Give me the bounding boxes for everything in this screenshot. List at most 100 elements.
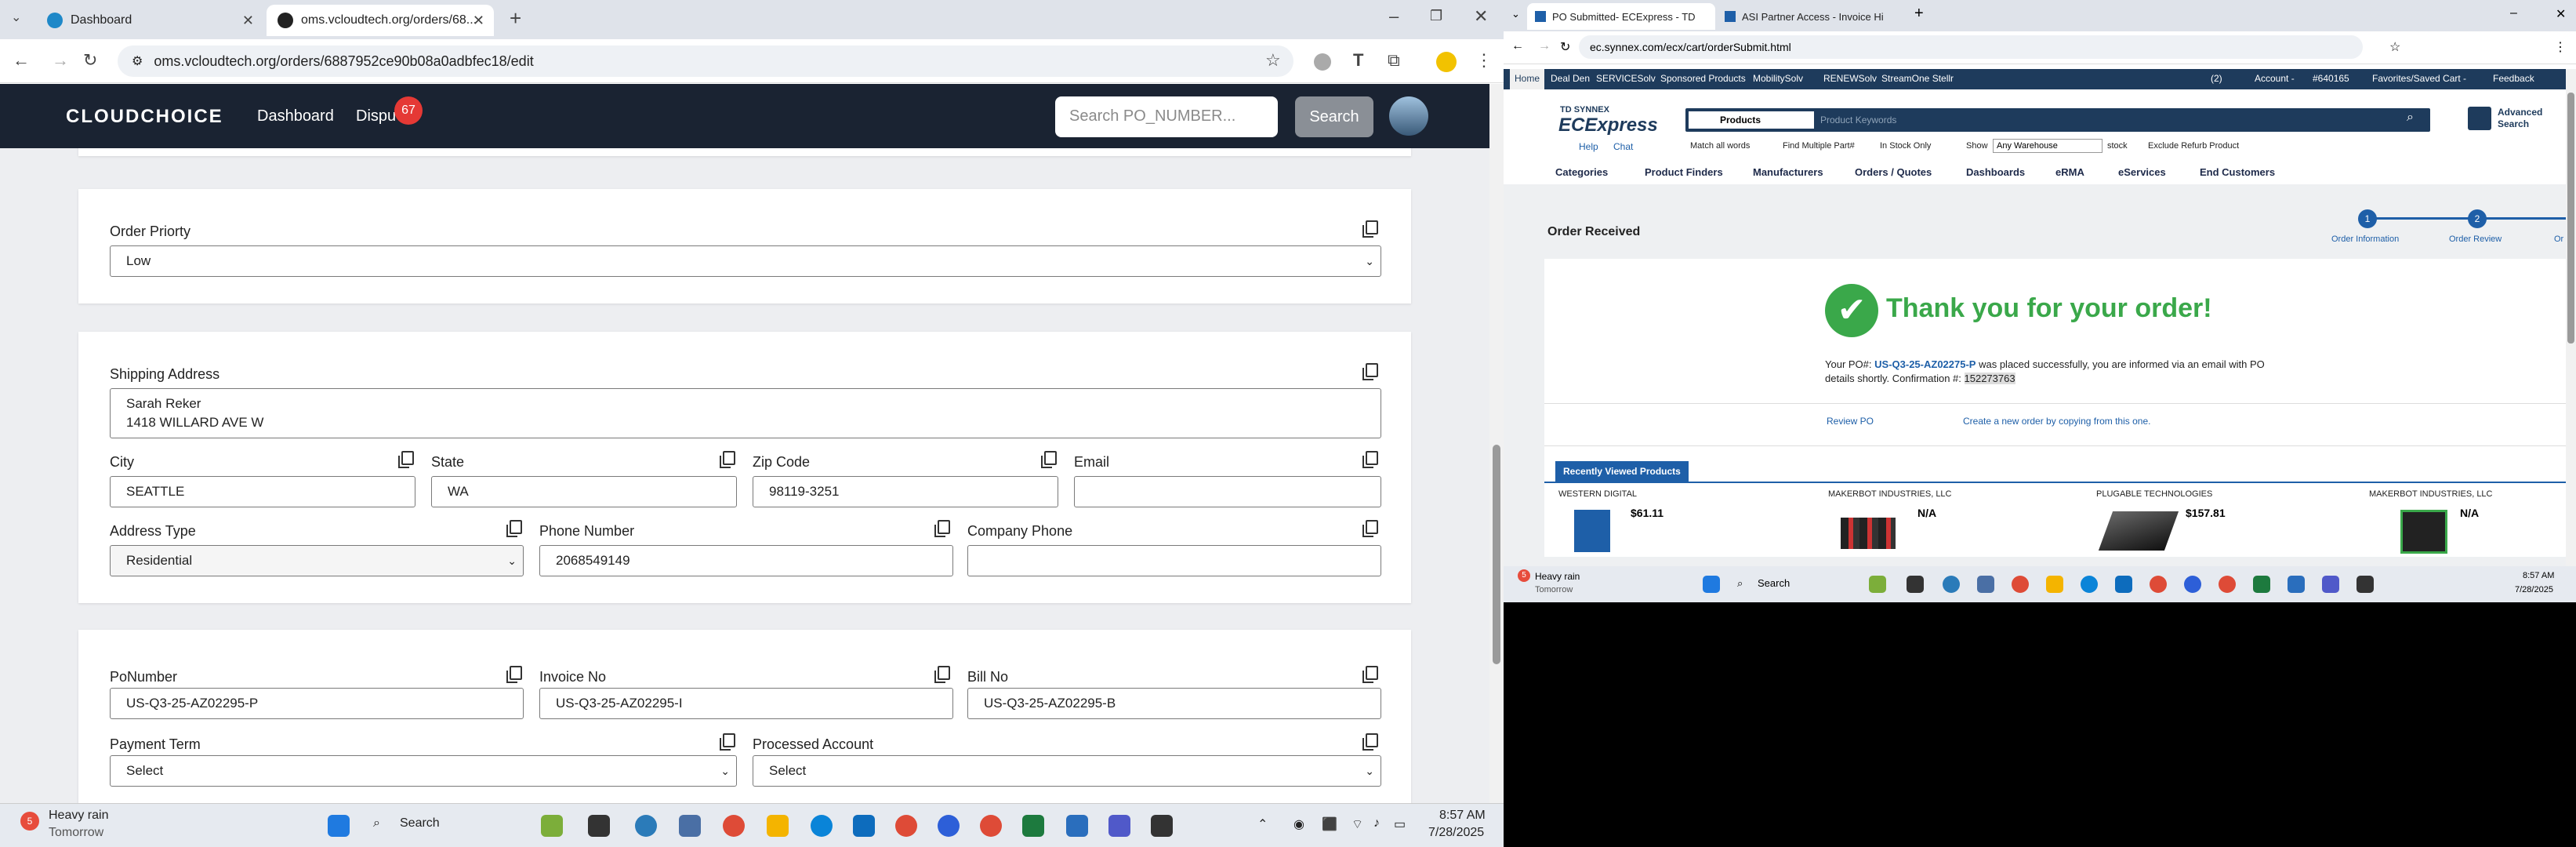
clock-time[interactable]: 8:57 AM	[2523, 571, 2554, 580]
copy-icon[interactable]	[934, 666, 950, 683]
back-icon[interactable]: ←	[13, 50, 30, 71]
city-input[interactable]: SEATTLE	[110, 476, 415, 507]
nav-disputes[interactable]: Dispu	[356, 107, 396, 125]
copy-icon[interactable]	[1362, 733, 1378, 751]
warehouse-select[interactable]: Any Warehouse	[1993, 139, 2103, 153]
url-field[interactable]: ec.synnex.com/ecx/cart/orderSubmit.html	[1579, 35, 2363, 59]
app-logo[interactable]: CLOUDCHOICE	[66, 106, 223, 128]
windows-start-icon[interactable]	[328, 815, 350, 837]
url-field[interactable]: ⚙ oms.vcloudtech.org/orders/6887952ce90b…	[118, 45, 1293, 77]
clock-date[interactable]: 7/28/2025	[1428, 826, 1484, 840]
reader-icon[interactable]: T	[1353, 50, 1363, 71]
edge-icon[interactable]	[811, 815, 833, 837]
copy-icon[interactable]	[720, 733, 735, 751]
copy-icon[interactable]	[506, 520, 522, 537]
tab-po-submitted[interactable]: PO Submitted- ECExpress - TD	[1527, 3, 1715, 30]
app-icon[interactable]	[1907, 576, 1924, 593]
brand-logo[interactable]: ECExpress	[1558, 115, 1658, 136]
app-icon[interactable]	[1943, 576, 1960, 593]
menu-manufacturers[interactable]: Manufacturers	[1753, 166, 1823, 178]
windows-start-icon[interactable]	[1703, 576, 1720, 593]
chrome-icon[interactable]	[2012, 576, 2029, 593]
payment-term-select[interactable]: Select ⌄	[110, 755, 737, 787]
new-tab-icon[interactable]: +	[510, 6, 521, 31]
app-icon[interactable]	[588, 815, 610, 837]
minimize-icon[interactable]: –	[1389, 6, 1399, 27]
chat-link[interactable]: Chat	[1613, 141, 1633, 152]
topbar-favorites[interactable]: Favorites/Saved Cart -	[2372, 73, 2466, 84]
copy-icon[interactable]	[1041, 451, 1057, 468]
close-icon[interactable]: ✕	[242, 13, 254, 29]
tab-asi-partner[interactable]: ASI Partner Access - Invoice Hi	[1717, 3, 1905, 30]
page-scrollbar[interactable]	[1489, 84, 1504, 803]
excel-icon[interactable]	[2253, 576, 2270, 593]
chrome-icon[interactable]	[895, 815, 917, 837]
menu-product-finders[interactable]: Product Finders	[1645, 166, 1723, 178]
tab-search-icon[interactable]: ⌄	[11, 9, 21, 25]
clock-time[interactable]: 8:57 AM	[1439, 809, 1486, 823]
calculator-icon[interactable]	[679, 815, 701, 837]
profile-icon[interactable]	[1436, 52, 1457, 72]
sticky-app-icon[interactable]	[2356, 576, 2374, 593]
taskbar-search[interactable]: Search	[400, 816, 440, 831]
extension-icon[interactable]	[1314, 53, 1331, 71]
zoom-icon[interactable]	[2184, 576, 2201, 593]
exclude-refurb-option[interactable]: Exclude Refurb Product	[2148, 141, 2239, 151]
back-icon[interactable]: ←	[1511, 39, 1524, 53]
po-number-link[interactable]: US-Q3-25-AZ02275-P	[1874, 358, 1976, 370]
product-image[interactable]	[2400, 510, 2447, 554]
order-priority-select[interactable]: Low ⌄	[110, 245, 1381, 277]
topbar-renewsolv[interactable]: RENEWSolv	[1823, 73, 1877, 84]
nav-dashboard[interactable]: Dashboard	[257, 107, 334, 125]
copy-icon[interactable]	[1362, 666, 1378, 683]
extensions-puzzle-icon[interactable]: ⧉	[1388, 50, 1400, 71]
menu-kebab-icon[interactable]: ⋮	[1475, 50, 1493, 71]
processed-account-select[interactable]: Select ⌄	[753, 755, 1381, 787]
scrollbar-thumb[interactable]	[2567, 93, 2574, 344]
taskbar-search[interactable]: Search	[1758, 577, 1790, 589]
topbar-sponsored[interactable]: Sponsored Products	[1660, 73, 1746, 84]
copy-icon[interactable]	[934, 520, 950, 537]
forward-icon[interactable]: →	[52, 50, 69, 71]
app-icon[interactable]	[1066, 815, 1088, 837]
copy-icon[interactable]	[1362, 220, 1378, 238]
file-explorer-icon[interactable]	[767, 815, 789, 837]
search-category-select[interactable]: Products	[1689, 111, 1814, 129]
create-new-order-link[interactable]: Create a new order by copying from this …	[1963, 416, 2150, 427]
teams-icon[interactable]	[2322, 576, 2339, 593]
topbar-account[interactable]: Account -	[2255, 73, 2295, 84]
site-info-icon[interactable]: ⚙	[132, 53, 143, 69]
advanced-search-label[interactable]: Advanced	[2498, 107, 2542, 118]
scrollbar-thumb[interactable]	[1493, 445, 1500, 664]
close-icon[interactable]: ✕	[473, 13, 484, 29]
chrome-icon[interactable]	[723, 815, 745, 837]
topbar-messages[interactable]: (2)	[2211, 73, 2222, 84]
tab-dashboard[interactable]: Dashboard ✕	[36, 5, 263, 36]
product-image[interactable]	[2098, 511, 2179, 551]
avatar[interactable]	[1389, 96, 1428, 136]
keyword-search-input[interactable]: Product Keywords	[1817, 111, 2397, 129]
topbar-feedback[interactable]: Feedback	[2493, 73, 2534, 84]
forward-icon[interactable]: →	[1538, 39, 1551, 53]
in-stock-only-option[interactable]: In Stock Only	[1880, 141, 1931, 151]
copy-icon[interactable]	[1362, 520, 1378, 537]
shipping-address-textarea[interactable]: Sarah Reker 1418 WILLARD AVE W	[110, 388, 1381, 438]
copy-icon[interactable]	[506, 666, 522, 683]
product-image[interactable]	[1574, 510, 1610, 552]
copy-icon[interactable]	[1362, 363, 1378, 380]
sticky-app-icon[interactable]	[1151, 815, 1173, 837]
advanced-search-icon[interactable]	[2468, 107, 2491, 130]
wifi-icon[interactable]: ⌔	[1351, 816, 1363, 832]
menu-categories[interactable]: Categories	[1555, 166, 1608, 178]
chrome-icon[interactable]	[2150, 576, 2167, 593]
file-explorer-icon[interactable]	[2046, 576, 2063, 593]
copy-icon[interactable]	[1362, 451, 1378, 468]
tab-search-icon[interactable]: ⌄	[1511, 8, 1520, 20]
menu-kebab-icon[interactable]: ⋮	[2554, 39, 2567, 55]
email-input[interactable]	[1074, 476, 1381, 507]
taskbar-search-icon[interactable]: ⌕	[1737, 577, 1743, 590]
menu-dashboards[interactable]: Dashboards	[1966, 166, 2025, 178]
minimize-icon[interactable]: –	[2510, 6, 2517, 20]
chrome-icon[interactable]	[2219, 576, 2236, 593]
weather-text[interactable]: Heavy rain	[1535, 571, 1580, 582]
